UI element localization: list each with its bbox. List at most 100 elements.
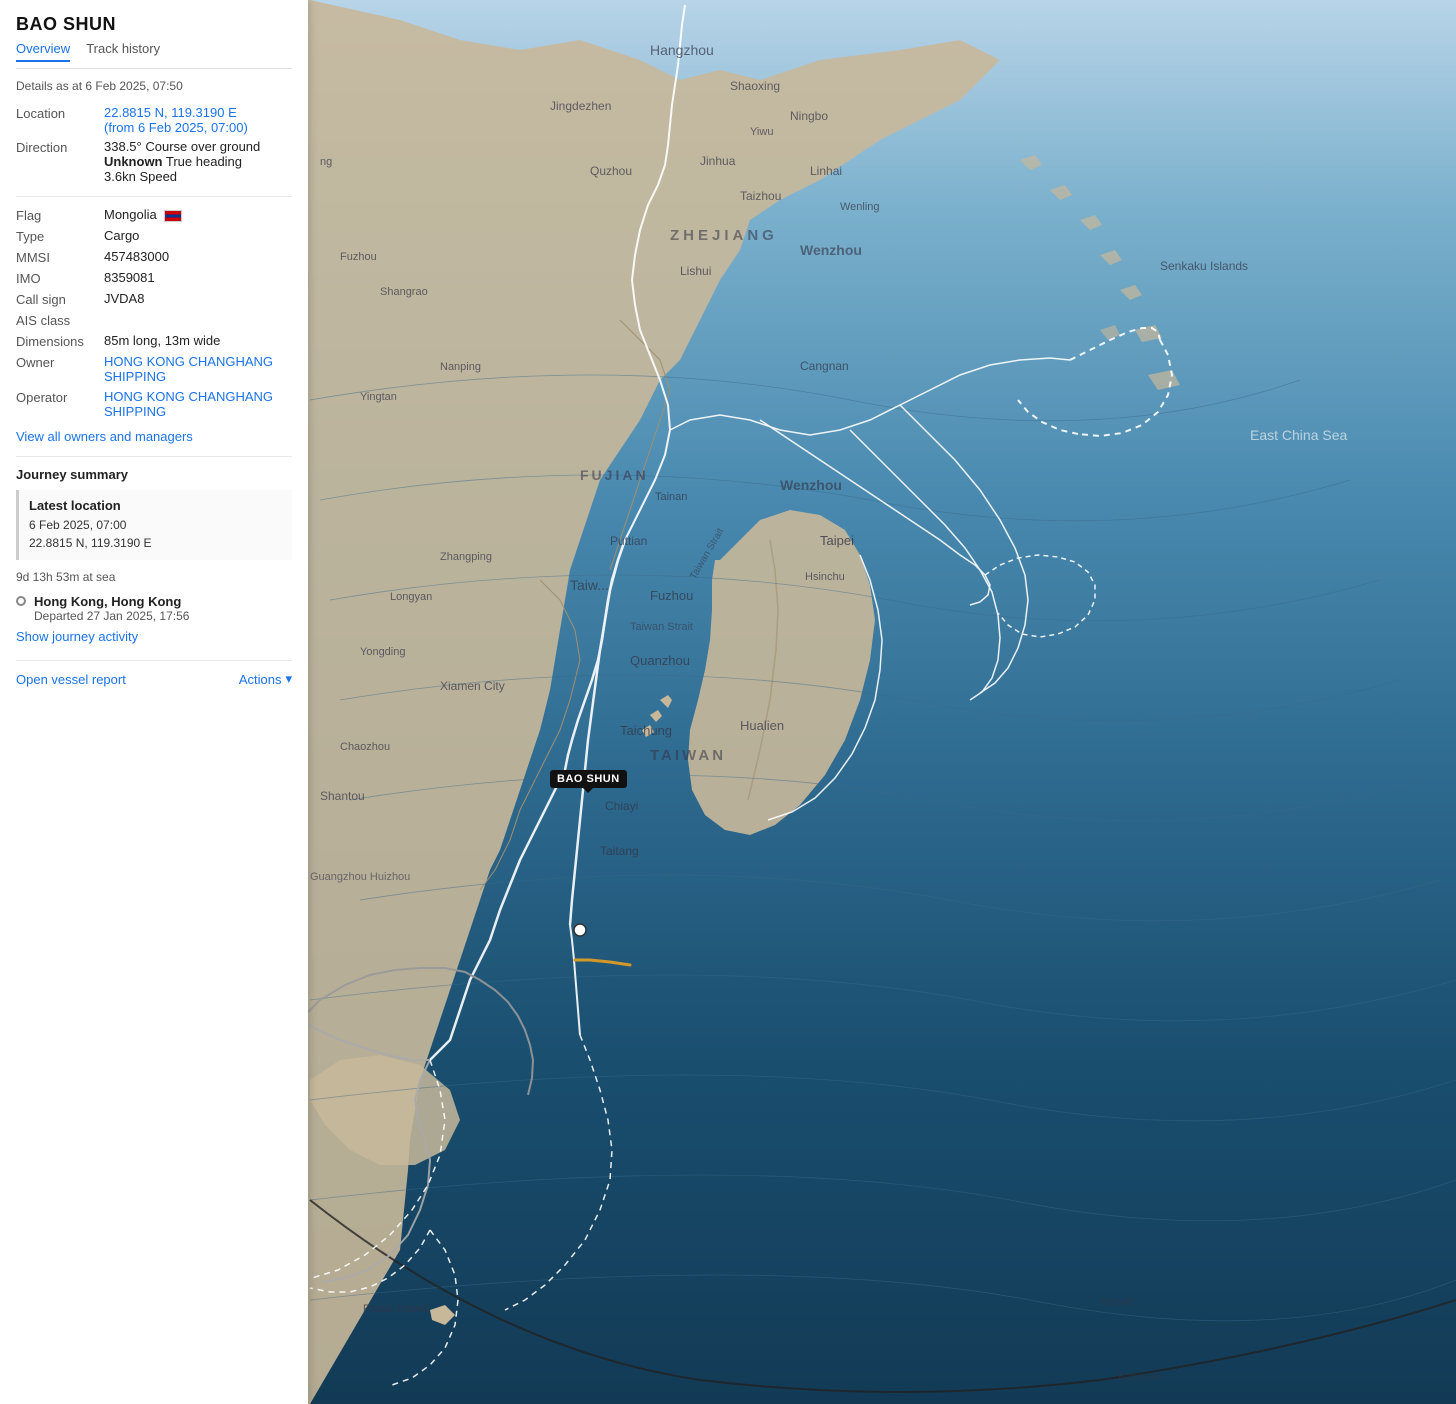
svg-text:Puttian: Puttian [610, 534, 647, 548]
direction-value: 338.5° Course over ground Unknown True h… [104, 139, 292, 184]
svg-text:Chiayi: Chiayi [605, 799, 638, 813]
type-value: Cargo [104, 228, 292, 244]
imo-label: IMO [16, 270, 96, 286]
svg-text:Linhai: Linhai [810, 164, 842, 178]
location-label: Location [16, 105, 96, 135]
svg-text:Shangrao: Shangrao [380, 286, 428, 298]
journey-section-title: Journey summary [16, 467, 292, 482]
type-label: Type [16, 228, 96, 244]
port-dot-icon [16, 596, 26, 606]
divider-1 [16, 196, 292, 197]
callsign-label: Call sign [16, 291, 96, 307]
svg-text:Wenling: Wenling [840, 201, 880, 213]
ais-label: AIS class [16, 312, 96, 328]
heading-value: Unknown [104, 154, 163, 169]
svg-text:Taizhou: Taizhou [740, 189, 781, 203]
svg-text:FUJIAN: FUJIAN [580, 467, 649, 483]
bottom-bar: Open vessel report Actions ▾ [16, 660, 292, 687]
svg-text:ng: ng [320, 156, 332, 168]
svg-text:Tainan: Tainan [655, 491, 687, 503]
course-ground-label: Course over ground [145, 139, 260, 154]
svg-text:Ningbo: Ningbo [790, 109, 828, 123]
svg-text:Taichung: Taichung [620, 723, 672, 738]
speed-unit-label: Speed [139, 169, 177, 184]
course-value: 338.5° [104, 139, 142, 154]
callsign-value: JVDA8 [104, 291, 292, 307]
svg-text:Taitang: Taitang [600, 844, 639, 858]
latest-location-date: 6 Feb 2025, 07:00 [29, 516, 282, 534]
info-panel: BAO SHUN Overview Track history Details … [0, 0, 308, 1404]
svg-text:Jingdezhen: Jingdezhen [550, 99, 611, 113]
svg-text:Yiwu: Yiwu [750, 126, 773, 138]
mmsi-value: 457483000 [104, 249, 292, 265]
latest-location-box: Latest location 6 Feb 2025, 07:00 22.881… [16, 490, 292, 560]
operator-link[interactable]: HONG KONG CHANGHANG SHIPPING [104, 389, 273, 419]
svg-text:Yongding: Yongding [360, 646, 405, 658]
svg-text:Nanping: Nanping [440, 361, 481, 373]
chevron-down-icon: ▾ [285, 671, 292, 687]
svg-text:Senkaku Islands: Senkaku Islands [1160, 259, 1248, 273]
location-coords-link[interactable]: 22.8815 N, 119.3190 E [104, 105, 237, 120]
flag-value: Mongolia [104, 207, 292, 223]
flag-label: Flag [16, 207, 96, 223]
svg-text:Taiw...: Taiw... [570, 577, 609, 593]
port-name: Hong Kong, Hong Kong [34, 594, 189, 609]
svg-text:Chaozhou: Chaozhou [340, 741, 390, 753]
view-owners-link[interactable]: View all owners and managers [16, 429, 292, 444]
svg-text:Pratas Island: Pratas Island [363, 1303, 427, 1315]
tab-track-history[interactable]: Track history [86, 41, 160, 62]
show-journey-link[interactable]: Show journey activity [16, 629, 292, 644]
actions-label: Actions [239, 672, 282, 687]
owner-link[interactable]: HONG KONG CHANGHANG SHIPPING [104, 354, 273, 384]
svg-text:Yingtan: Yingtan [360, 391, 397, 403]
svg-text:East China Sea: East China Sea [1250, 427, 1347, 443]
ais-value [104, 312, 292, 328]
svg-text:TAIWAN: TAIWAN [650, 747, 726, 764]
operator-label: Operator [16, 389, 96, 419]
port-row: Hong Kong, Hong Kong Departed 27 Jan 202… [16, 594, 292, 623]
svg-text:Xiamen City: Xiamen City [440, 679, 505, 693]
svg-text:Fuzhou: Fuzhou [650, 588, 693, 603]
svg-text:Jinhua: Jinhua [700, 154, 736, 168]
divider-2 [16, 456, 292, 457]
dimensions-label: Dimensions [16, 333, 96, 349]
svg-text:Quanzhou: Quanzhou [630, 653, 690, 668]
svg-text:Hsinchu: Hsinchu [805, 571, 845, 583]
svg-text:Lishui: Lishui [680, 264, 711, 278]
actions-button[interactable]: Actions ▾ [239, 671, 292, 687]
location-value: 22.8815 N, 119.3190 E (from 6 Feb 2025, … [104, 105, 292, 135]
vessel-map-label: BAO SHUN [550, 770, 627, 788]
svg-text:Cangnan: Cangnan [800, 359, 849, 373]
latest-location-coords: 22.8815 N, 119.3190 E [29, 534, 282, 552]
true-heading-label: True heading [166, 154, 242, 169]
svg-text:Babuyan: Babuyan [1118, 1371, 1161, 1383]
location-since-link[interactable]: (from 6 Feb 2025, 07:00) [104, 120, 248, 135]
at-sea-duration: 9d 13h 53m at sea [16, 570, 292, 584]
owner-value: HONG KONG CHANGHANG SHIPPING [104, 354, 292, 384]
flag-icon [164, 210, 182, 222]
svg-text:Hangzhou: Hangzhou [650, 42, 714, 58]
tab-bar: Overview Track history [16, 41, 292, 69]
svg-text:Wenzhou: Wenzhou [780, 477, 842, 493]
latest-location-title: Latest location [29, 498, 282, 513]
port-date: Departed 27 Jan 2025, 17:56 [34, 609, 189, 623]
svg-text:Guangzhou Huizhou: Guangzhou Huizhou [310, 871, 410, 883]
direction-label: Direction [16, 139, 96, 184]
open-report-link[interactable]: Open vessel report [16, 672, 126, 687]
vessel-name: BAO SHUN [16, 14, 292, 35]
speed-value: 3.6kn [104, 169, 136, 184]
owner-label: Owner [16, 354, 96, 384]
svg-text:Longyan: Longyan [390, 591, 432, 603]
details-date: Details as at 6 Feb 2025, 07:50 [16, 79, 292, 93]
svg-text:ZHEJIANG: ZHEJIANG [670, 227, 778, 244]
svg-text:Shaoxing: Shaoxing [730, 79, 780, 93]
operator-value: HONG KONG CHANGHANG SHIPPING [104, 389, 292, 419]
svg-text:Taiwan Strait: Taiwan Strait [630, 621, 693, 633]
svg-text:Quzhou: Quzhou [590, 164, 632, 178]
svg-text:Wenzhou: Wenzhou [800, 242, 862, 258]
tab-overview[interactable]: Overview [16, 41, 70, 62]
imo-value: 8359081 [104, 270, 292, 286]
svg-text:Zhangping: Zhangping [440, 551, 492, 563]
dimensions-value: 85m long, 13m wide [104, 333, 292, 349]
svg-text:Fuzhou: Fuzhou [340, 251, 377, 263]
